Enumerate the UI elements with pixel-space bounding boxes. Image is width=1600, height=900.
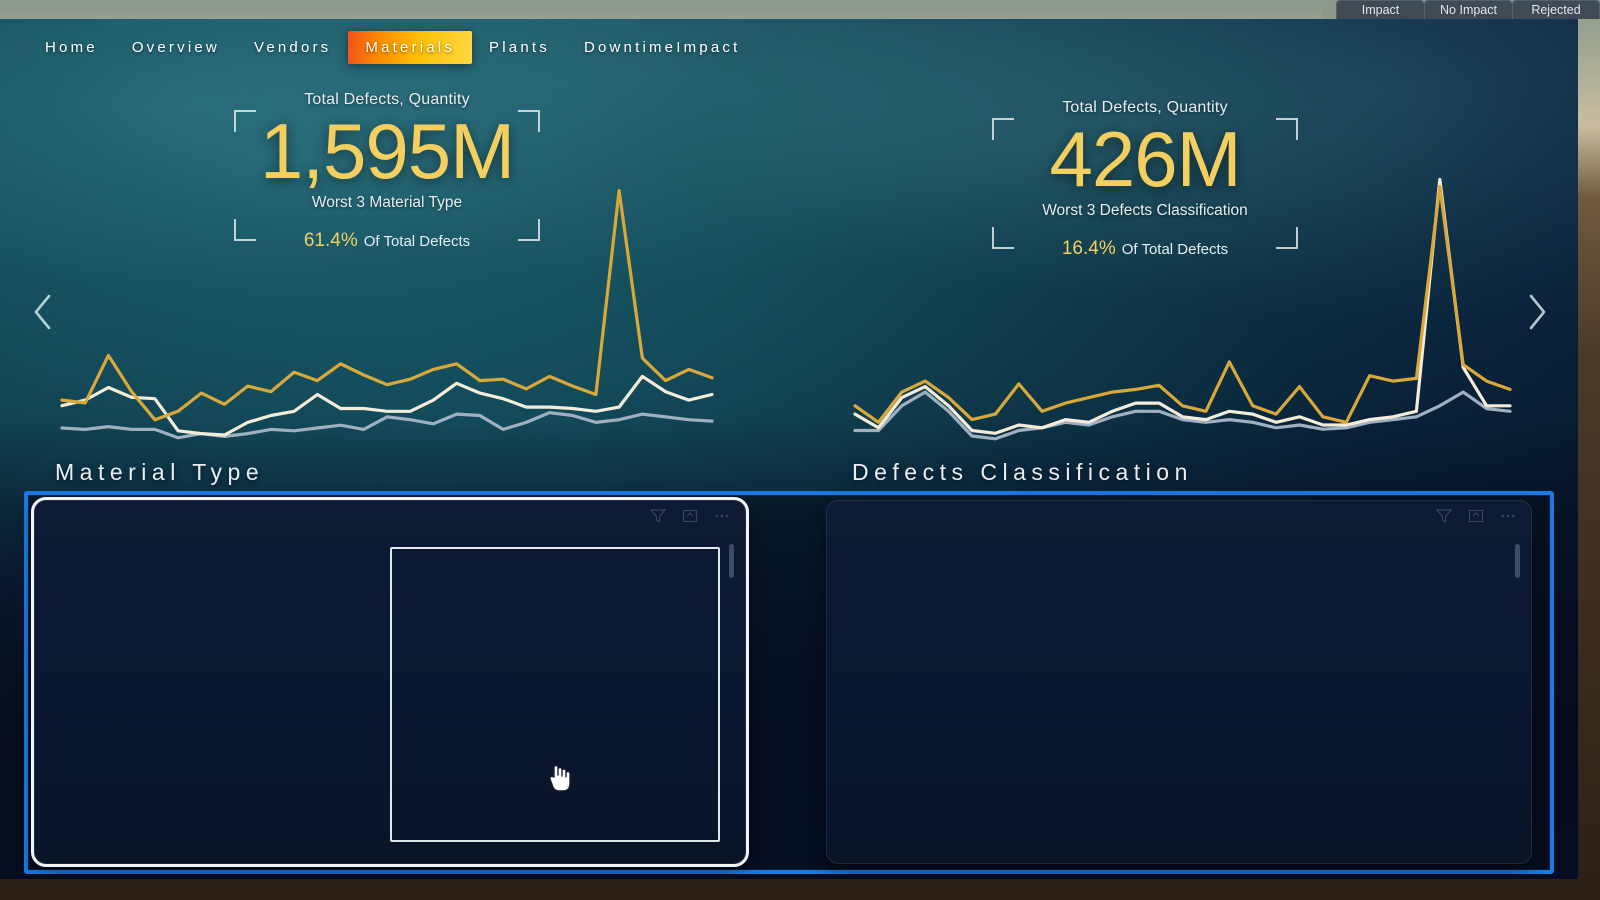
report-navigation-bar: Home Overview Vendors Materials Plants D… [0, 19, 1578, 75]
kpi-left-percent: 61.4% [303, 230, 358, 252]
nav-item-home-label: Home [45, 38, 98, 56]
nav-item-materials-label: Materials [365, 38, 456, 56]
bracket-bottom-right [1276, 227, 1298, 249]
nav-item-downtime-impact-label: DowntimeImpact [583, 38, 741, 56]
bracket-bottom-right [518, 219, 540, 241]
kpi-right-percent: 16.4% [1061, 238, 1116, 260]
nav-item-downtime-impact[interactable]: DowntimeImpact [567, 31, 758, 64]
visual-material-type-header [650, 508, 730, 524]
browser-tab-no-impact[interactable]: No Impact [1424, 0, 1512, 19]
kpi-card-material-type[interactable]: Total Defects, Quantity 1,595M Worst 3 M… [222, 91, 552, 252]
kpi-card-defects-classification[interactable]: Total Defects, Quantity 426M Worst 3 Def… [980, 99, 1310, 260]
browser-tab-strip: Impact No Impact Rejected [0, 0, 1600, 19]
browser-tab-rejected-label: Rejected [1531, 3, 1581, 17]
more-options-icon[interactable] [714, 508, 730, 524]
visual-defects-classification-scrollbar[interactable] [1515, 544, 1520, 578]
kpi-left-percent-label: Of Total Defects [363, 233, 471, 251]
browser-tab-impact[interactable]: Impact [1336, 0, 1424, 19]
nav-item-home[interactable]: Home [28, 31, 115, 64]
visual-defects-classification-header [1436, 508, 1516, 524]
bracket-top-left [234, 110, 256, 132]
more-options-icon[interactable] [1500, 508, 1516, 524]
nav-item-overview[interactable]: Overview [115, 31, 237, 64]
kpi-right-value: 426M [1049, 115, 1241, 203]
nav-item-materials[interactable]: Materials [348, 30, 473, 64]
kpi-right-percent-row: 16.4% Of Total Defects [980, 238, 1310, 260]
browser-tab-no-impact-label: No Impact [1440, 3, 1497, 17]
filter-icon[interactable] [1436, 508, 1452, 524]
nav-item-plants-label: Plants [489, 38, 550, 56]
focus-mode-icon[interactable] [682, 508, 698, 524]
nav-item-plants[interactable]: Plants [472, 31, 567, 64]
filter-icon[interactable] [650, 508, 666, 524]
focus-mode-icon[interactable] [1468, 508, 1484, 524]
bracket-top-left [992, 118, 1014, 140]
section-title-defects-classification: Defects Classification [852, 459, 1193, 485]
browser-tab-rejected[interactable]: Rejected [1512, 0, 1600, 19]
browser-tab-impact-label: Impact [1361, 3, 1400, 17]
kpi-right-percent-label: Of Total Defects [1121, 241, 1229, 259]
kpi-left-subcaption: Worst 3 Material Type [311, 194, 463, 212]
visual-material-type-scrollbar[interactable] [729, 544, 734, 578]
bracket-bottom-left [234, 219, 256, 241]
selected-subchart-outline [390, 547, 720, 842]
kpi-left-percent-row: 61.4% Of Total Defects [222, 230, 552, 252]
kpi-left-value: 1,595M [259, 107, 515, 195]
visual-defects-classification[interactable] [826, 500, 1532, 864]
bracket-bottom-left [992, 227, 1014, 249]
kpi-right-subcaption: Worst 3 Defects Classification [1042, 202, 1248, 220]
section-title-material-type: Material Type [55, 459, 265, 485]
report-canvas: Home Overview Vendors Materials Plants D… [0, 19, 1578, 879]
chevron-right-icon[interactable] [1524, 291, 1550, 333]
nav-item-overview-label: Overview [131, 38, 220, 56]
nav-item-vendors[interactable]: Vendors [237, 31, 348, 64]
chevron-left-icon[interactable] [30, 291, 56, 333]
tab-strip-spacer [1322, 0, 1336, 19]
bracket-top-right [518, 110, 540, 132]
nav-item-vendors-label: Vendors [253, 38, 332, 56]
visual-material-type[interactable] [31, 497, 749, 867]
bracket-top-right [1276, 118, 1298, 140]
